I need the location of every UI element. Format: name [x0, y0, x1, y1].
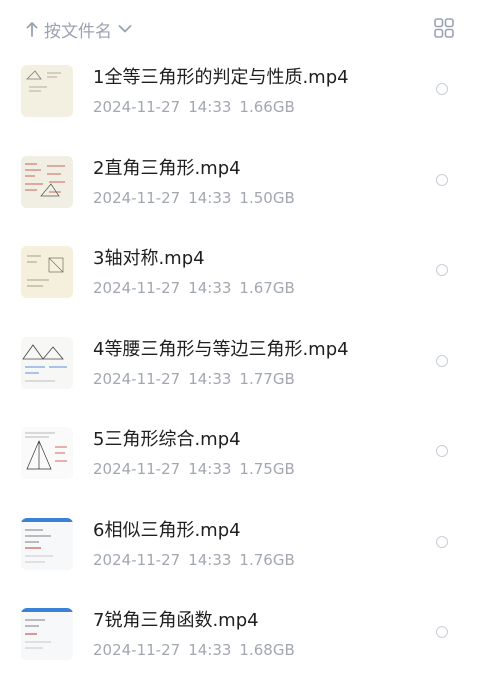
file-row[interactable]: 6相似三角形.mp4 2024-11-27 14:33 1.76GB: [0, 498, 480, 589]
file-meta: 2024-11-27 14:33 1.68GB: [93, 640, 295, 660]
file-size: 1.66GB: [239, 98, 295, 116]
file-time: 14:33: [188, 369, 232, 388]
video-thumbnail: [21, 155, 73, 208]
file-size: 1.67GB: [239, 279, 295, 297]
file-name: 5三角形综合.mp4: [93, 429, 241, 450]
file-date: 2024-11-27: [93, 550, 181, 569]
select-radio[interactable]: [436, 535, 448, 548]
file-meta: 2024-11-27 14:33 1.77GB: [93, 369, 295, 389]
file-time: 14:33: [188, 550, 232, 569]
file-date: 2024-11-27: [93, 98, 181, 116]
file-size: 1.68GB: [239, 641, 295, 659]
video-thumbnail: [21, 246, 73, 298]
video-thumbnail: [21, 517, 73, 570]
file-size: 1.77GB: [239, 369, 295, 388]
file-name: 2直角三角形.mp4: [93, 157, 241, 179]
video-thumbnail: [21, 427, 73, 479]
video-thumbnail: [21, 336, 73, 389]
file-meta: 2024-11-27 14:33 1.76GB: [93, 550, 295, 570]
file-time: 14:33: [188, 641, 232, 659]
select-radio[interactable]: [436, 83, 448, 95]
file-date: 2024-11-27: [93, 460, 181, 478]
select-radio[interactable]: [436, 354, 448, 367]
file-time: 14:33: [188, 279, 232, 297]
file-row[interactable]: 2直角三角形.mp4 2024-11-27 14:33 1.50GB: [0, 136, 480, 227]
file-name: 3轴对称.mp4: [93, 248, 205, 269]
file-size: 1.50GB: [239, 188, 295, 207]
file-time: 14:33: [188, 460, 232, 478]
file-size: 1.75GB: [239, 460, 295, 478]
chevron-down-icon: [118, 24, 132, 34]
file-size: 1.76GB: [239, 550, 295, 569]
file-name: 1全等三角形的判定与性质.mp4: [93, 67, 349, 88]
file-row[interactable]: 4等腰三角形与等边三角形.mp4 2024-11-27 14:33 1.77GB: [0, 317, 480, 408]
file-row[interactable]: 5三角形综合.mp4 2024-11-27 14:33 1.75GB: [0, 407, 480, 498]
file-date: 2024-11-27: [93, 369, 181, 388]
grid-view-icon[interactable]: [434, 18, 454, 38]
file-meta: 2024-11-27 14:33 1.67GB: [93, 278, 295, 298]
video-thumbnail: [21, 65, 73, 117]
select-radio[interactable]: [436, 173, 448, 186]
file-name: 6相似三角形.mp4: [93, 519, 241, 541]
arrow-up-icon: [26, 21, 38, 37]
file-row[interactable]: 1全等三角形的判定与性质.mp4 2024-11-27 14:33 1.66GB: [0, 45, 480, 136]
file-name: 7锐角三角函数.mp4: [93, 610, 259, 631]
file-date: 2024-11-27: [93, 188, 181, 207]
sort-label: 按文件名: [44, 21, 112, 42]
file-time: 14:33: [188, 98, 232, 116]
select-radio[interactable]: [436, 626, 448, 638]
select-radio[interactable]: [436, 445, 448, 457]
file-date: 2024-11-27: [93, 641, 181, 659]
file-meta: 2024-11-27 14:33 1.75GB: [93, 459, 295, 479]
file-meta: 2024-11-27 14:33 1.50GB: [93, 188, 295, 208]
file-time: 14:33: [188, 188, 232, 207]
file-date: 2024-11-27: [93, 279, 181, 297]
file-row[interactable]: 7锐角三角函数.mp4 2024-11-27 14:33 1.68GB: [0, 588, 480, 679]
file-list: 1全等三角形的判定与性质.mp4 2024-11-27 14:33 1.66GB…: [0, 45, 480, 679]
file-meta: 2024-11-27 14:33 1.66GB: [93, 97, 295, 117]
select-radio[interactable]: [436, 264, 448, 276]
file-row[interactable]: 3轴对称.mp4 2024-11-27 14:33 1.67GB: [0, 226, 480, 317]
file-name: 4等腰三角形与等边三角形.mp4: [93, 338, 349, 360]
video-thumbnail: [21, 608, 73, 660]
sort-button[interactable]: 按文件名: [26, 16, 132, 42]
